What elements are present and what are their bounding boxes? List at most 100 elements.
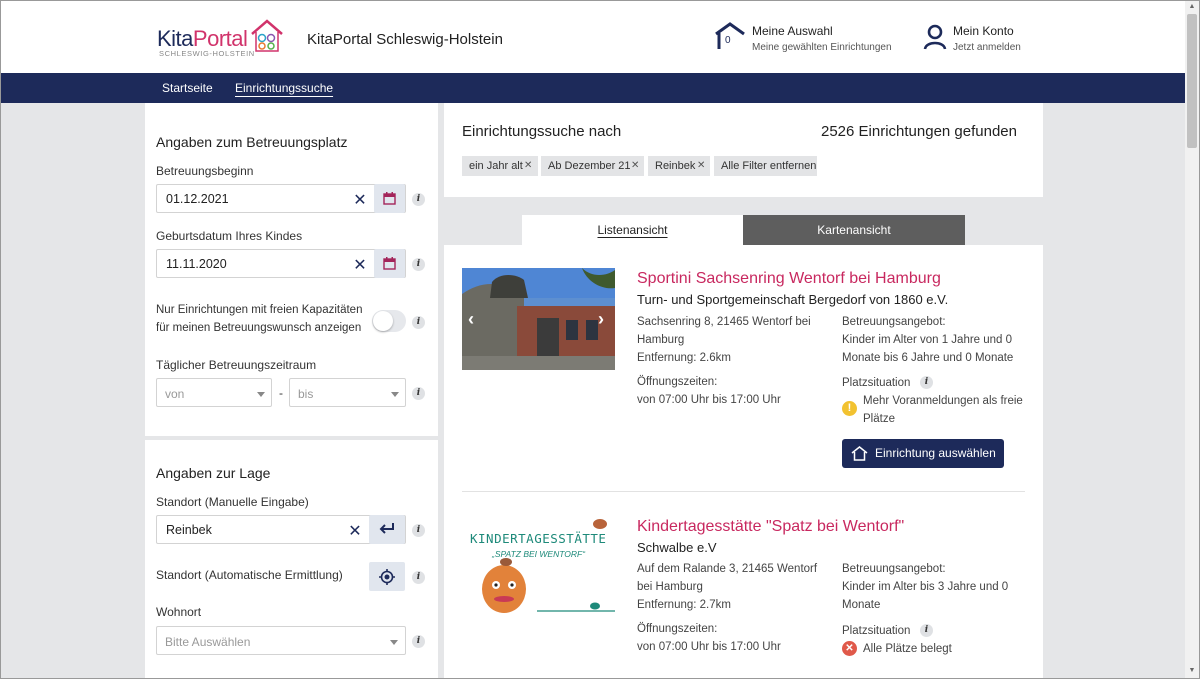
care-offer-label: Betreuungsangebot: <box>842 563 946 575</box>
facility-address-line1: Auf dem Ralande 3, 21465 Wentorf <box>637 563 818 575</box>
crosshair-icon <box>379 569 395 585</box>
chevron-down-icon <box>391 392 399 397</box>
facility-operator: Turn- und Sportgemeinschaft Bergedorf vo… <box>637 292 949 307</box>
free-capacity-toggle[interactable] <box>372 310 406 332</box>
start-date-calendar-button[interactable] <box>374 184 405 213</box>
time-to-select[interactable]: bis <box>289 378 406 407</box>
residence-select[interactable]: Bitte Auswählen <box>156 626 406 655</box>
kitaportal-logo[interactable]: KitaPortal SCHLESWIG-HOLSTEIN <box>157 18 287 58</box>
filter-chip-age[interactable]: ein Jahr alt ✕ <box>462 156 538 176</box>
calendar-icon <box>383 257 396 270</box>
my-account-subtitle[interactable]: Jetzt anmelden <box>953 42 1021 53</box>
chevron-left-icon[interactable]: ‹ <box>468 309 474 330</box>
tab-list-view[interactable]: Listenansicht <box>522 215 743 245</box>
time-from-select[interactable]: von <box>156 378 272 407</box>
remove-filter-icon[interactable]: ✕ <box>631 156 639 176</box>
birth-date-calendar-button[interactable] <box>374 249 405 278</box>
birth-date-info-icon[interactable]: i <box>412 258 425 271</box>
chevron-right-icon[interactable]: › <box>598 309 604 330</box>
scroll-down-arrow-icon[interactable]: ▼ <box>1188 667 1196 674</box>
result-divider <box>462 491 1025 492</box>
clear-birth-date-icon[interactable]: ✕ <box>350 255 370 275</box>
auto-location-label: Standort (Automatische Ermittlung) <box>156 568 343 582</box>
facility-logo-image[interactable]: KINDERTAGESSTÄTTE „SPATZ BEI WENTORF“ <box>462 517 615 619</box>
warning-icon: ! <box>842 401 857 416</box>
start-date-info-icon[interactable]: i <box>412 193 425 206</box>
nav-item-einrichtungssuche[interactable]: Einrichtungssuche <box>235 81 333 95</box>
opening-hours: von 07:00 Uhr bis 17:00 Uhr <box>637 641 781 653</box>
locate-me-button[interactable] <box>369 562 405 591</box>
site-title[interactable]: KitaPortal Schleswig-Holstein <box>307 31 503 48</box>
facility-photo-carousel[interactable] <box>462 268 615 370</box>
nav-item-startseite[interactable]: Startseite <box>162 81 213 95</box>
place-status-line2: Plätze <box>863 413 895 425</box>
location-filter-panel: Angaben zur Lage Standort (Manuelle Eing… <box>145 440 438 679</box>
user-icon[interactable] <box>923 24 947 50</box>
care-offer-line1: Kinder im Alter von 1 Jahre und 0 <box>842 334 1013 346</box>
my-selection-title[interactable]: Meine Auswahl <box>752 24 833 38</box>
enter-arrow-icon <box>379 523 394 534</box>
scrollbar-thumb[interactable] <box>1187 14 1197 148</box>
scroll-up-arrow-icon[interactable]: ▲ <box>1188 3 1196 10</box>
facility-address-line2: Hamburg <box>637 334 685 346</box>
main-nav: Startseite Einrichtungssuche <box>1 73 1185 103</box>
care-offer-line2: Monate <box>842 599 881 611</box>
chevron-down-icon <box>257 392 265 397</box>
residence-label: Wohnort <box>156 605 202 619</box>
birth-date-label: Geburtsdatum Ihres Kindes <box>156 229 303 243</box>
tab-map-view[interactable]: Kartenansicht <box>743 215 965 245</box>
my-account-title[interactable]: Mein Konto <box>953 24 1014 38</box>
facility-distance: Entfernung: 2.7km <box>637 599 731 611</box>
period-dash: - <box>279 386 283 400</box>
submit-location-button[interactable] <box>369 515 405 544</box>
opening-hours: von 07:00 Uhr bis 17:00 Uhr <box>637 394 781 406</box>
error-icon: ✕ <box>842 641 857 656</box>
free-capacity-label-line1: Nur Einrichtungen mit freien Kapazitäten <box>156 304 363 316</box>
care-section-title: Angaben zum Betreuungsplatz <box>156 134 348 150</box>
place-status-line1: Mehr Voranmeldungen als freie <box>863 395 1023 407</box>
selection-count: 0 <box>725 35 731 46</box>
remove-filter-icon[interactable]: ✕ <box>697 156 705 176</box>
care-offer-line2: Monate bis 6 Jahre und 0 Monate <box>842 352 1014 364</box>
daily-period-label: Täglicher Betreuungszeitraum <box>156 358 317 372</box>
chevron-down-icon <box>390 640 398 645</box>
search-summary-panel: Einrichtungssuche nach 2526 Einrichtunge… <box>444 103 1043 197</box>
free-capacity-info-icon[interactable]: i <box>412 316 425 329</box>
start-date-label: Betreuungsbeginn <box>156 164 254 178</box>
manual-location-info-icon[interactable]: i <box>412 524 425 537</box>
sparrow-illustration <box>482 519 615 613</box>
care-filter-panel: Angaben zum Betreuungsplatz Betreuungsbe… <box>145 103 438 436</box>
place-situation-label: Platzsituation <box>842 625 911 637</box>
facility-name[interactable]: Kindertagesstätte "Spatz bei Wentorf" <box>637 518 904 536</box>
clear-all-filters-button[interactable]: Alle Filter entfernen <box>714 156 817 176</box>
filter-chip-date[interactable]: Ab Dezember 21 ✕ <box>541 156 644 176</box>
place-situation-info-icon[interactable]: i <box>920 376 933 389</box>
facility-distance: Entfernung: 2.6km <box>637 352 731 364</box>
result-count: 2526 Einrichtungen gefunden <box>821 123 1017 140</box>
care-offer-label: Betreuungsangebot: <box>842 316 946 328</box>
logo-house-icon <box>251 19 283 52</box>
remove-filter-icon[interactable]: ✕ <box>524 156 532 176</box>
clear-start-date-icon[interactable]: ✕ <box>350 190 370 210</box>
location-section-title: Angaben zur Lage <box>156 465 271 481</box>
my-selection-subtitle[interactable]: Meine gewählten Einrichtungen <box>752 42 892 53</box>
daily-period-info-icon[interactable]: i <box>412 387 425 400</box>
house-outline-icon <box>851 446 868 461</box>
filter-chip-location[interactable]: Reinbek ✕ <box>648 156 710 176</box>
place-situation-label: Platzsituation <box>842 377 911 389</box>
calendar-icon <box>383 192 396 205</box>
select-facility-button[interactable]: Einrichtung auswählen <box>842 439 1004 468</box>
manual-location-label: Standort (Manuelle Eingabe) <box>156 495 309 509</box>
place-status-line1: Alle Plätze belegt <box>863 643 952 655</box>
top-header: KitaPortal SCHLESWIG-HOLSTEIN KitaPortal… <box>1 1 1185 73</box>
logo-subtitle: SCHLESWIG-HOLSTEIN <box>159 49 255 58</box>
opening-hours-label: Öffnungszeiten: <box>637 623 718 635</box>
free-capacity-label-line2: für meinen Betreuungswunsch anzeigen <box>156 322 362 334</box>
results-list: ‹ › Sportini Sachsenring Wentorf bei Ham… <box>444 245 1043 679</box>
facility-name[interactable]: Sportini Sachsenring Wentorf bei Hamburg <box>637 270 941 288</box>
clear-location-icon[interactable]: ✕ <box>345 521 365 541</box>
facility-address-line1: Sachsenring 8, 21465 Wentorf bei <box>637 316 811 328</box>
residence-info-icon[interactable]: i <box>412 635 425 648</box>
place-situation-info-icon[interactable]: i <box>920 624 933 637</box>
auto-location-info-icon[interactable]: i <box>412 571 425 584</box>
